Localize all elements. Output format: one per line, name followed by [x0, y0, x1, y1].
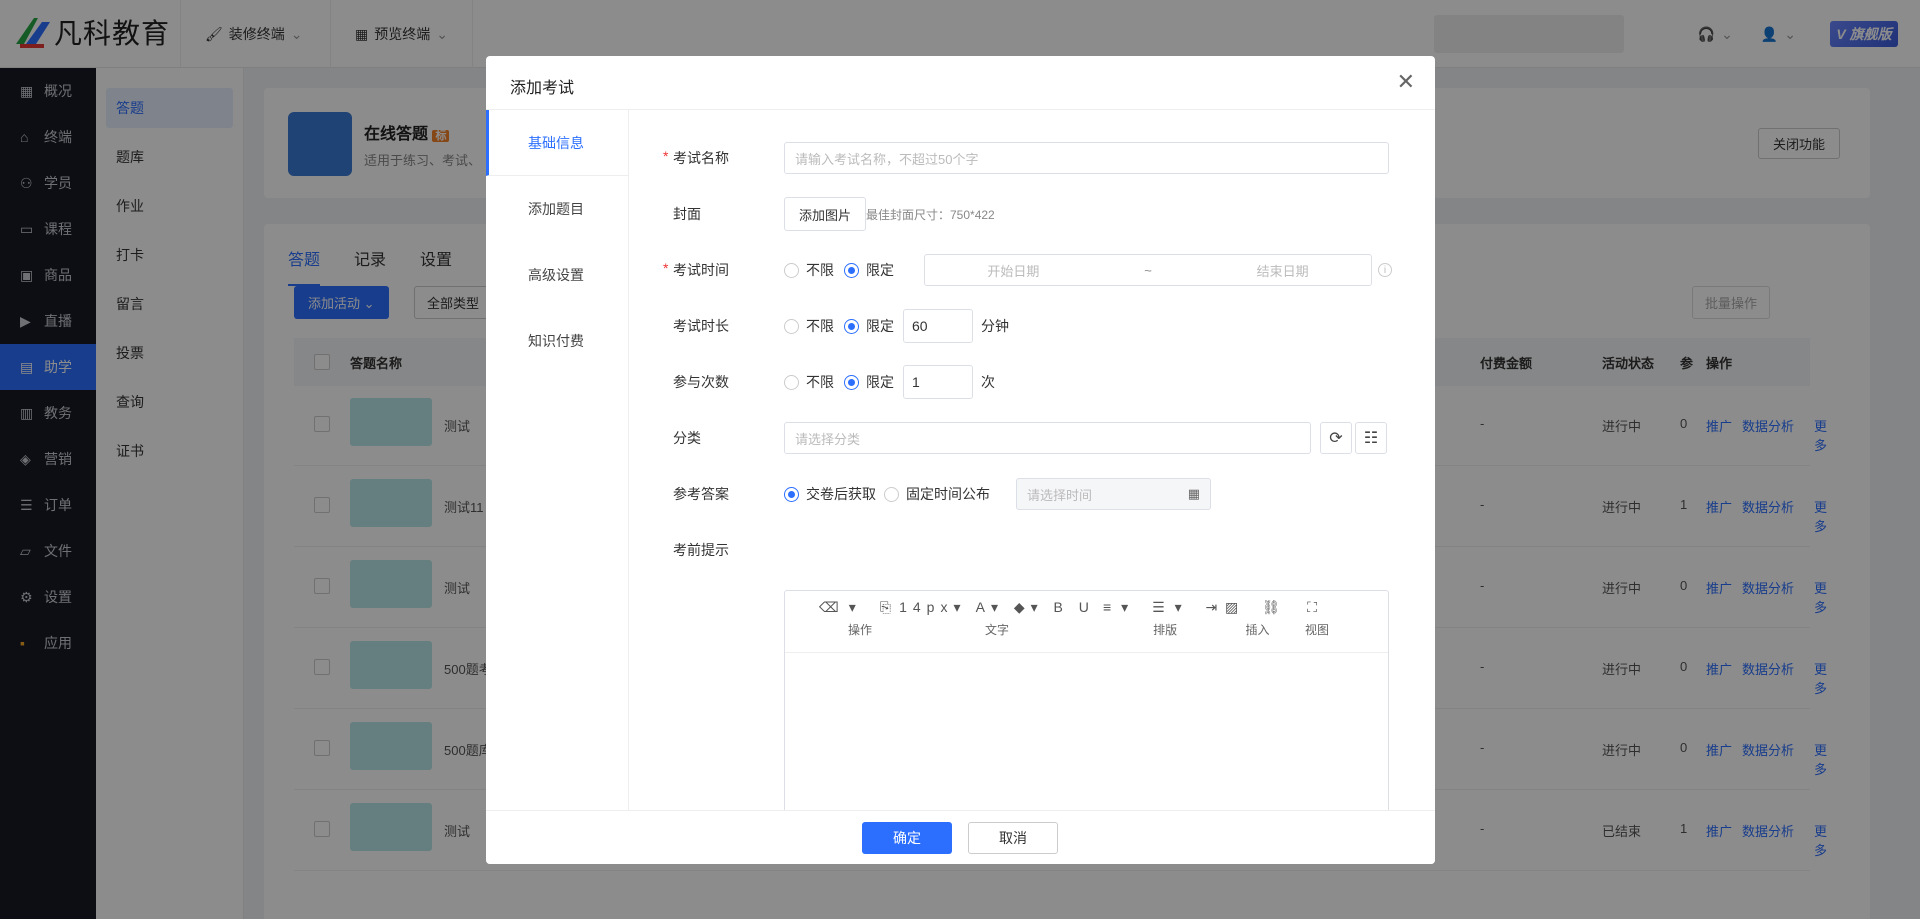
date-range-separator: ~: [1144, 262, 1152, 278]
dialog-form: * 考试名称 请输入考试名称，不超过50个字 封面 添加图片 最佳封面尺寸：750…: [629, 110, 1435, 864]
radio-label: 不限: [806, 374, 834, 390]
fullscreen-icon: ⛶: [1307, 599, 1327, 615]
toolbar-group-label: 视图: [1305, 623, 1330, 637]
toolbar-group-text[interactable]: 14px▾ A▾ ◆▾ B U 文字: [897, 599, 1097, 638]
attempts-unit: 次: [981, 374, 995, 390]
radio-icon: [784, 262, 799, 278]
attempts-label: 参与次数: [673, 374, 729, 390]
field-exam-name: * 考试名称 请输入考试名称，不超过50个字: [629, 140, 1435, 176]
dialog-side-nav: 基础信息 添加题目 高级设置 知识付费: [486, 110, 629, 812]
start-date-placeholder: 开始日期: [987, 263, 1040, 279]
exam-name-input[interactable]: 请输入考试名称，不超过50个字: [784, 142, 1389, 174]
side-tab-advanced[interactable]: 高级设置: [486, 242, 628, 308]
add-exam-dialog: 添加考试 ✕ 基础信息 添加题目 高级设置 知识付费 * 考试名称 请输入考试名称…: [486, 56, 1435, 864]
answer-after-submit-radio[interactable]: 交卷后获取: [784, 484, 876, 504]
date-range-picker[interactable]: 开始日期 ~ 结束日期: [924, 254, 1372, 286]
radio-checked-icon: [844, 262, 859, 278]
exam-name-label: * 考试名称: [663, 148, 729, 168]
duration-limited-radio[interactable]: 限定: [844, 316, 894, 336]
attempts-limited-radio[interactable]: 限定: [844, 372, 894, 392]
toolbar-group-view[interactable]: ⛶ 视图: [1305, 599, 1329, 638]
confirm-button[interactable]: 确定: [862, 822, 952, 854]
exam-time-label: * 考试时间: [663, 260, 729, 280]
answer-label: 参考答案: [673, 486, 729, 502]
field-exam-duration: 考试时长 不限 限定 60 分钟: [629, 308, 1435, 344]
duration-unit: 分钟: [981, 318, 1009, 334]
close-icon[interactable]: ✕: [1397, 70, 1415, 94]
radio-icon: [784, 318, 799, 334]
required-mark: *: [663, 148, 669, 164]
answer-time-picker[interactable]: 请选择时间 ▦: [1016, 478, 1211, 510]
toolbar-group-label: 排版: [1153, 623, 1178, 637]
dialog-footer: 确定 取消: [486, 810, 1435, 864]
radio-icon: [784, 374, 799, 390]
field-category: 分类 请选择分类 ⟳ ☷: [629, 420, 1435, 456]
duration-input[interactable]: 60: [903, 309, 973, 343]
toolbar-group-label: 文字: [984, 623, 1009, 637]
attempts-unlimited-radio[interactable]: 不限: [784, 372, 834, 392]
dialog-header: 添加考试 ✕: [486, 56, 1435, 110]
exam-time-label-text: 考试时间: [673, 262, 729, 278]
add-image-button[interactable]: 添加图片: [784, 197, 867, 231]
tips-label: 考前提示: [673, 542, 729, 558]
image-link-icon: ▨ ⛓: [1225, 599, 1290, 615]
toolbar-group-insert[interactable]: ▨ ⛓ 插入: [1225, 599, 1290, 638]
radio-label: 限定: [866, 262, 894, 278]
field-reference-answer: 参考答案 交卷后获取 固定时间公布 请选择时间 ▦: [629, 476, 1435, 512]
category-manage-icon[interactable]: ☷: [1355, 422, 1387, 454]
radio-checked-icon: [844, 318, 859, 334]
radio-label: 限定: [866, 318, 894, 334]
radio-label: 固定时间公布: [906, 486, 990, 502]
radio-label: 不限: [806, 262, 834, 278]
toolbar-group-layout[interactable]: ≡▾ ☰▾ ⇥ 排版: [1103, 599, 1227, 638]
text-tools-icon: 14px▾ A▾ ◆▾ B U: [899, 599, 1095, 615]
toolbar-group-label: 操作: [847, 623, 872, 637]
radio-label: 限定: [866, 374, 894, 390]
align-icon: ≡▾ ☰▾ ⇥: [1103, 599, 1228, 615]
field-tips: 考前提示: [629, 532, 1435, 568]
toolbar-group-label: 插入: [1245, 623, 1270, 637]
end-date-placeholder: 结束日期: [1256, 263, 1309, 279]
field-cover: 封面 添加图片 最佳封面尺寸：750*422: [629, 196, 1435, 232]
side-tab-paid-knowledge[interactable]: 知识付费: [486, 308, 628, 374]
radio-label: 交卷后获取: [806, 486, 876, 502]
answer-fixed-time-radio[interactable]: 固定时间公布: [884, 484, 990, 504]
side-tab-add-questions[interactable]: 添加题目: [486, 176, 628, 242]
cover-hint: 最佳封面尺寸：750*422: [866, 207, 995, 222]
duration-label: 考试时长: [673, 318, 729, 334]
duration-unlimited-radio[interactable]: 不限: [784, 316, 834, 336]
answer-time-placeholder: 请选择时间: [1027, 487, 1093, 503]
time-limited-radio[interactable]: 限定: [844, 260, 894, 280]
attempts-input[interactable]: 1: [903, 365, 973, 399]
cancel-button[interactable]: 取消: [968, 822, 1058, 854]
field-exam-time: * 考试时间 不限 限定 开始日期 ~ 结束日期 i: [629, 252, 1435, 288]
radio-checked-icon: [784, 486, 799, 502]
eraser-icon: ⌫▾ ⎘: [819, 599, 901, 615]
info-icon[interactable]: i: [1378, 263, 1392, 277]
exam-name-label-text: 考试名称: [673, 150, 729, 166]
cover-label: 封面: [673, 206, 701, 222]
radio-label: 不限: [806, 318, 834, 334]
time-unlimited-radio[interactable]: 不限: [784, 260, 834, 280]
required-mark: *: [663, 260, 669, 276]
category-label: 分类: [673, 430, 701, 446]
category-select[interactable]: 请选择分类: [784, 422, 1311, 454]
refresh-icon[interactable]: ⟳: [1320, 422, 1352, 454]
calendar-icon: ▦: [1187, 486, 1200, 501]
radio-checked-icon: [844, 374, 859, 390]
toolbar-group-operation[interactable]: ⌫▾ ⎘ 操作: [819, 599, 901, 638]
editor-toolbar: ⌫▾ ⎘ 操作 14px▾ A▾ ◆▾ B U 文字 ≡▾ ☰▾ ⇥ 排版 ▨ ⛓ 插入…: [785, 591, 1388, 653]
radio-icon: [884, 486, 899, 502]
side-tab-basic-info[interactable]: 基础信息: [486, 110, 628, 176]
font-size-select[interactable]: 14px: [899, 599, 953, 615]
dialog-title: 添加考试: [510, 80, 575, 97]
field-attempts: 参与次数 不限 限定 1 次: [629, 364, 1435, 400]
